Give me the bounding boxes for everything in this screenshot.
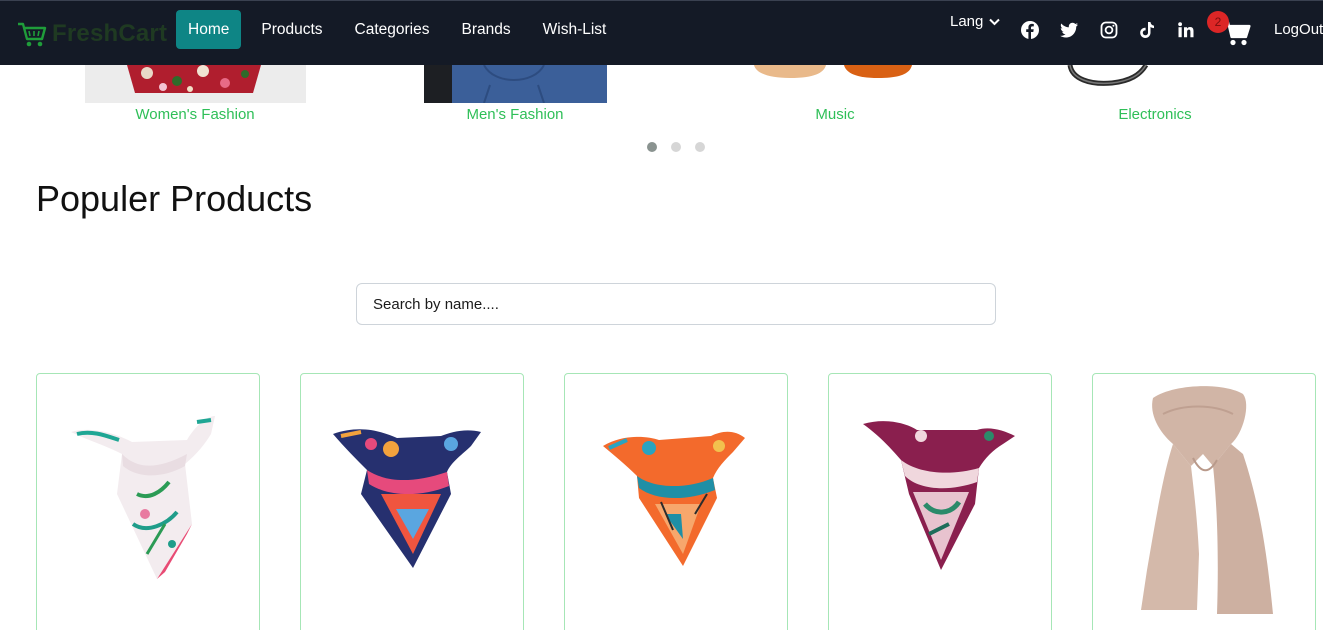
linkedin-icon[interactable] [1176,20,1196,40]
cart-count-badge: 2 [1207,11,1229,33]
twitter-icon[interactable] [1059,20,1079,40]
product-image [333,429,481,568]
facebook-icon[interactable] [1020,20,1040,40]
category-image-music[interactable] [740,65,930,83]
slider-dot-1[interactable] [647,142,657,152]
nav-wish-list[interactable]: Wish-List [531,10,619,49]
product-image [1141,386,1273,614]
product-image [603,431,745,566]
product-card[interactable] [36,373,260,630]
category-image-mens-fashion[interactable] [424,65,607,103]
section-title: Populer Products [36,178,313,219]
product-image [71,416,215,579]
cart-logo-icon [18,22,47,47]
product-card[interactable] [564,373,788,630]
main-nav: Home Products Categories Brands Wish-Lis… [176,10,626,49]
slider-dot-2[interactable] [671,142,681,152]
product-card[interactable] [828,373,1052,630]
product-image [863,421,1015,570]
product-card[interactable] [1092,373,1316,630]
nav-categories[interactable]: Categories [343,10,442,49]
category-label-womens-fashion[interactable]: Women's Fashion [75,106,315,123]
lang-dropdown[interactable]: Lang [950,13,1001,30]
brand-name: FreshCart [52,20,168,47]
category-image-womens-fashion[interactable] [85,65,306,103]
brand-logo[interactable]: FreshCart [16,18,167,50]
navbar: FreshCart Home Products Categories Brand… [0,0,1323,65]
nav-brands[interactable]: Brands [450,10,523,49]
search-input[interactable] [356,283,996,325]
chevron-down-icon [989,18,1001,25]
slider-dot-3[interactable] [695,142,705,152]
tiktok-icon[interactable] [1137,20,1157,40]
nav-products[interactable]: Products [249,10,334,49]
category-label-music[interactable]: Music [715,106,955,123]
category-label-mens-fashion[interactable]: Men's Fashion [395,106,635,123]
instagram-icon[interactable] [1099,20,1119,40]
nav-home[interactable]: Home [176,10,242,49]
logout-link[interactable]: LogOut [1274,21,1323,38]
category-label-electronics[interactable]: Electronics [1035,106,1275,123]
nav-right: Lang 2 LogOut [950,1,1323,66]
product-card[interactable] [300,373,524,630]
lang-label: Lang [950,13,984,30]
category-image-electronics[interactable] [1060,65,1210,93]
